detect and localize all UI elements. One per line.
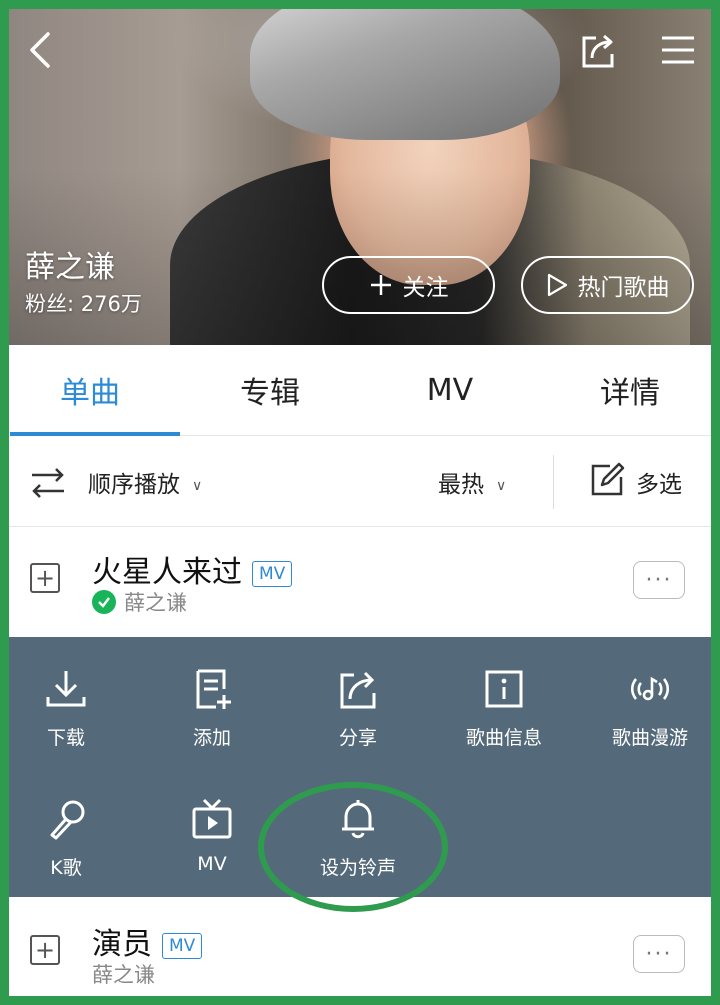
multi-select-button[interactable]: 多选 — [636, 465, 682, 499]
action-label: K歌 — [50, 857, 82, 879]
song-row[interactable]: + 演员 MV 薛之谦 ··· — [0, 897, 720, 1005]
more-options-button[interactable]: ··· — [633, 561, 685, 599]
action-karaoke[interactable]: K歌 — [6, 797, 126, 880]
hot-songs-label: 热门歌曲 — [577, 275, 670, 301]
action-label: 添加 — [192, 727, 231, 749]
action-share[interactable]: 分享 — [298, 667, 418, 750]
song-artist-row: 薛之谦 — [92, 587, 187, 617]
back-arrow-icon[interactable] — [20, 28, 64, 72]
sort-dropdown[interactable]: 最热 ∨ — [438, 465, 506, 499]
action-download[interactable]: 下载 — [6, 667, 126, 750]
toolbar-divider — [553, 455, 554, 509]
play-order-label: 顺序播放 — [88, 472, 180, 498]
menu-icon[interactable] — [656, 28, 700, 72]
tab-details[interactable]: 详情 — [540, 345, 720, 435]
mv-badge[interactable]: MV — [252, 560, 293, 587]
play-order-dropdown[interactable]: 顺序播放 ∨ — [88, 465, 202, 499]
song-artist-row: 薛之谦 — [92, 959, 155, 989]
artist-name: 薛之谦 — [25, 250, 115, 285]
info-icon — [485, 670, 523, 708]
play-icon — [547, 273, 567, 297]
edit-icon[interactable] — [588, 461, 626, 499]
action-mv[interactable]: MV — [152, 797, 272, 875]
tab-bar: 单曲 专辑 MV 详情 — [0, 345, 720, 436]
song-artist: 薛之谦 — [124, 591, 187, 615]
action-label: MV — [197, 853, 227, 875]
tv-icon — [192, 798, 232, 839]
highlight-circle — [258, 782, 448, 912]
song-row[interactable]: + 火星人来过 MV 薛之谦 ··· — [0, 527, 720, 637]
action-song-info[interactable]: 歌曲信息 — [444, 667, 564, 750]
chevron-down-icon: ∨ — [496, 477, 507, 494]
tab-albums[interactable]: 专辑 — [180, 345, 360, 435]
microphone-icon — [50, 800, 85, 840]
more-options-button[interactable]: ··· — [633, 935, 685, 973]
chevron-down-icon: ∨ — [192, 477, 203, 494]
sort-label: 最热 — [438, 472, 484, 498]
mv-badge[interactable]: MV — [162, 932, 203, 959]
plus-icon — [370, 275, 391, 295]
follow-label: 关注 — [402, 275, 449, 301]
add-song-icon[interactable]: + — [30, 935, 60, 965]
action-song-roam[interactable]: 歌曲漫游 — [590, 667, 710, 750]
artist-photo-hair — [250, 0, 560, 140]
play-order-icon[interactable] — [28, 463, 68, 503]
tab-mv[interactable]: MV — [360, 345, 540, 435]
song-title-row: 演员 MV — [92, 919, 203, 963]
hot-songs-button[interactable]: 热门歌曲 — [521, 256, 694, 314]
song-title: 火星人来过 — [92, 555, 242, 590]
share-icon — [340, 671, 376, 709]
verified-check-icon — [92, 590, 116, 614]
action-add[interactable]: 添加 — [152, 667, 272, 750]
add-song-icon[interactable]: + — [30, 563, 60, 593]
fan-count: 粉丝: 276万 — [25, 292, 142, 316]
add-to-playlist-icon — [196, 669, 231, 709]
song-title-row: 火星人来过 MV — [92, 547, 293, 591]
action-label: 分享 — [338, 727, 377, 749]
share-icon[interactable] — [576, 28, 620, 72]
download-icon — [46, 671, 86, 707]
song-title: 演员 — [92, 927, 152, 962]
artist-header: 薛之谦 粉丝: 276万 关注 热门歌曲 — [0, 0, 720, 345]
song-artist: 薛之谦 — [92, 963, 155, 987]
action-label: 歌曲信息 — [465, 727, 542, 749]
action-label: 下载 — [46, 727, 85, 749]
action-label: 歌曲漫游 — [611, 727, 688, 749]
music-roam-icon — [630, 676, 670, 701]
tab-singles[interactable]: 单曲 — [0, 345, 180, 436]
follow-button[interactable]: 关注 — [322, 256, 495, 314]
list-toolbar: 顺序播放 ∨ 最热 ∨ 多选 — [0, 437, 720, 527]
